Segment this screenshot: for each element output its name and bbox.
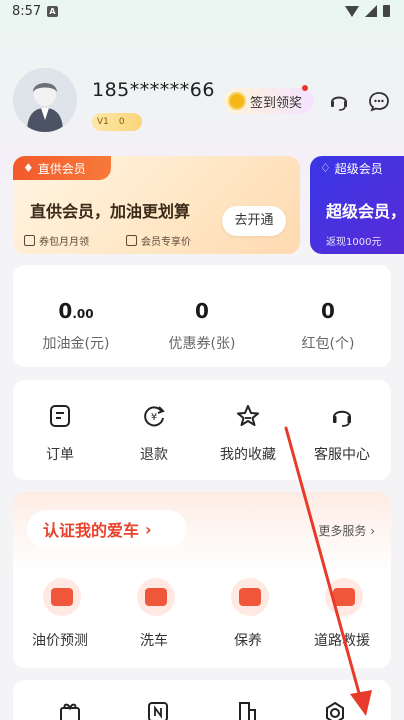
wifi-icon: [345, 5, 359, 17]
perk-coupon-label: 券包月月领: [39, 237, 89, 248]
menu-label: 退款: [140, 447, 168, 463]
svg-text:¥: ¥: [151, 412, 157, 423]
menu-item-favorites[interactable]: 我的收藏: [201, 380, 295, 480]
chevron-right-icon: ›: [145, 519, 152, 539]
super-tag: ♢ 超级会员: [310, 156, 400, 180]
signal-icon: [365, 5, 377, 17]
car-services-card: 认证我的爱车 › 更多服务 › 油价预测 洗车 保养 道路救援: [13, 492, 391, 668]
perk-coupon: 券包月月领: [24, 233, 89, 248]
stat-value: 0.00: [58, 299, 94, 323]
vip-badge[interactable]: V1 0: [92, 113, 142, 131]
member-tag-label: 直供会员: [37, 161, 86, 176]
more-tools-card: [13, 680, 391, 720]
stat-label: 优惠券(张): [168, 336, 236, 352]
service-oil-price[interactable]: 油价预测: [13, 578, 107, 658]
stat-fuel-credit[interactable]: 0.00 加油金(元): [13, 265, 139, 367]
invoice-icon[interactable]: [146, 700, 170, 720]
building-icon[interactable]: [235, 700, 259, 720]
service-label: 洗车: [140, 633, 168, 649]
super-title: 超级会员，: [326, 202, 404, 221]
sign-in-label: 签到领奖: [250, 95, 303, 111]
maintenance-icon: [231, 578, 269, 616]
vip-points: 0: [118, 117, 125, 127]
shield-icon: [126, 235, 137, 246]
service-maintenance[interactable]: 保养: [201, 578, 295, 658]
member-title: 直供会员，加油更划算: [30, 202, 191, 221]
menu-item-orders[interactable]: 订单: [13, 380, 107, 480]
more-services-label: 更多服务: [318, 524, 367, 538]
chevron-right-icon: ›: [370, 524, 375, 538]
stats-card: 0.00 加油金(元) 0 优惠券(张) 0 红包(个): [13, 265, 391, 367]
sign-in-reward-button[interactable]: 签到领奖: [224, 85, 314, 114]
diamond-icon: ♦: [23, 161, 34, 175]
order-icon: [46, 402, 74, 430]
menu-label: 客服中心: [314, 447, 370, 463]
stat-red-packets[interactable]: 0 红包(个): [265, 265, 391, 367]
status-icons: [345, 5, 390, 17]
star-icon: [234, 402, 262, 430]
verify-car-label: 认证我的爱车: [43, 521, 140, 540]
notification-dot: [302, 85, 308, 91]
member-tag: ♦ 直供会员: [13, 156, 111, 180]
menu-item-refund[interactable]: ¥ 退款: [107, 380, 201, 480]
stat-value: 0: [321, 299, 335, 323]
stat-label: 红包(个): [301, 336, 355, 352]
menu-card: 订单 ¥ 退款 我的收藏 客服中心: [13, 380, 391, 480]
menu-label: 订单: [46, 447, 74, 463]
coupon-icon: [24, 235, 35, 246]
open-membership-button[interactable]: 去开通: [222, 206, 286, 236]
perk-price: 会员专享价: [126, 233, 191, 248]
more-services-link[interactable]: 更多服务 ›: [318, 522, 375, 539]
stat-label: 加油金(元): [42, 336, 110, 352]
road-rescue-icon: [325, 578, 363, 616]
diamond-icon: ♢: [320, 161, 331, 175]
gift-icon[interactable]: [58, 700, 82, 720]
menu-label: 我的收藏: [220, 447, 276, 463]
message-icon[interactable]: [368, 90, 390, 112]
refund-icon: ¥: [140, 402, 168, 430]
status-bar: 8:57 A: [0, 0, 404, 24]
coin-icon: [228, 92, 246, 110]
super-member-card[interactable]: ♢ 超级会员 超级会员， 返现1000元: [310, 156, 404, 254]
phone-number: 185******66: [92, 79, 215, 101]
settings-icon[interactable]: [323, 700, 347, 720]
super-perk: 返现1000元: [326, 237, 382, 248]
vip-level: V1: [97, 117, 109, 127]
service-car-wash[interactable]: 洗车: [107, 578, 201, 658]
oil-price-icon: [43, 578, 81, 616]
service-label: 道路救援: [314, 633, 370, 649]
perk-price-label: 会员专享价: [141, 237, 191, 248]
avatar-icon: [13, 68, 77, 132]
avatar[interactable]: [13, 68, 77, 132]
service-label: 油价预测: [32, 633, 88, 649]
stat-value: 0: [195, 299, 209, 323]
headset-icon[interactable]: [328, 90, 350, 112]
menu-item-customer-service[interactable]: 客服中心: [295, 380, 389, 480]
car-wash-icon: [137, 578, 175, 616]
notification-icon: A: [47, 6, 58, 17]
battery-icon: [383, 5, 390, 17]
service-label: 保养: [234, 633, 262, 649]
verify-car-button[interactable]: 认证我的爱车 ›: [27, 510, 187, 548]
super-tag-label: 超级会员: [334, 161, 383, 176]
stat-coupons[interactable]: 0 优惠券(张): [139, 265, 265, 367]
customer-service-icon: [328, 402, 356, 430]
status-time: 8:57: [12, 4, 42, 19]
service-road-rescue[interactable]: 道路救援: [295, 578, 389, 658]
